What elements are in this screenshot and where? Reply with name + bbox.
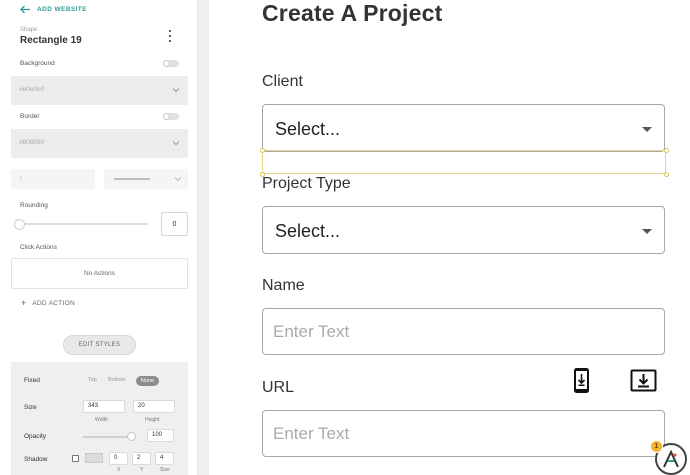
border-color-value: #808080 <box>19 139 45 146</box>
resize-handle-top-left[interactable] <box>259 147 265 153</box>
project-type-select-value: Select... <box>275 221 341 241</box>
chevron-down-icon <box>172 88 180 93</box>
chevron-down-icon <box>174 177 182 182</box>
project-type-label: Project Type <box>262 175 351 192</box>
opacity-slider-thumb[interactable] <box>127 432 136 441</box>
name-field[interactable] <box>262 308 665 355</box>
fixed-option-none[interactable]: None <box>136 376 159 386</box>
fixed-option-bottom[interactable]: Bottom <box>108 377 125 383</box>
client-select[interactable]: Select... <box>262 104 665 152</box>
width-input[interactable]: 343 <box>83 400 125 413</box>
actions-list: No Actions <box>11 258 188 289</box>
width-caption: Width <box>95 417 108 423</box>
page-title: Create A Project <box>262 0 443 26</box>
rounding-slider-thumb[interactable] <box>14 219 25 230</box>
back-link-label: ADD WEBSITE <box>37 5 87 13</box>
arrow-left-icon <box>20 5 30 13</box>
desktop-preview-icon[interactable] <box>630 369 657 392</box>
client-select-value: Select... <box>275 119 341 139</box>
mobile-preview-icon[interactable] <box>572 367 591 394</box>
add-action-button[interactable]: + ADD ACTION <box>21 299 75 308</box>
caret-down-icon <box>642 127 652 132</box>
height-input[interactable]: 20 <box>133 400 175 413</box>
resize-handle-top-right[interactable] <box>663 147 669 153</box>
styles-section: Fixed Top Bottom None Size 343 20 Width … <box>11 362 188 475</box>
no-actions-text: No Actions <box>83 270 116 277</box>
caret-down-icon <box>642 229 652 234</box>
background-toggle[interactable] <box>163 60 179 67</box>
name-input[interactable] <box>263 309 664 354</box>
shadow-size-input[interactable]: 4 <box>155 452 174 465</box>
panel-divider[interactable] <box>197 0 209 475</box>
rounding-value[interactable]: 0 <box>161 212 188 236</box>
opacity-input[interactable]: 100 <box>147 429 174 442</box>
add-website-back-link[interactable]: ADD WEBSITE <box>20 4 87 14</box>
shadow-x-caption: X <box>117 467 121 473</box>
fixed-label: Fixed <box>24 377 40 384</box>
resize-handle-bottom-right[interactable] <box>663 171 669 177</box>
shadow-y-input[interactable]: 2 <box>132 452 151 465</box>
shape-kicker: Shape <box>20 27 38 33</box>
fixed-option-top[interactable]: Top <box>88 377 97 383</box>
rounding-slider-track[interactable] <box>20 223 148 225</box>
background-label: Background <box>20 60 55 67</box>
border-color-select[interactable]: #808080 <box>11 129 188 158</box>
line-style-preview <box>114 178 150 180</box>
notification-badge: 1 <box>650 440 663 453</box>
shadow-x-input[interactable]: 0 <box>109 452 128 465</box>
url-label: URL <box>262 379 295 396</box>
project-type-select[interactable]: Select... <box>262 206 665 254</box>
more-options-icon[interactable] <box>165 30 175 42</box>
click-actions-label: Click Actions <box>20 244 57 251</box>
background-color-value: #e0e0e0 <box>19 86 45 93</box>
name-label: Name <box>262 277 305 294</box>
opacity-label: Opacity <box>24 433 47 440</box>
shadow-y-caption: Y <box>140 467 144 473</box>
selected-rectangle[interactable] <box>262 150 666 174</box>
height-caption: Height <box>145 417 160 423</box>
url-field[interactable] <box>262 410 665 457</box>
background-color-select[interactable]: #e0e0e0 <box>11 76 188 105</box>
rounding-label: Rounding <box>20 202 48 209</box>
assistant-logo-icon <box>663 449 679 468</box>
add-action-label: ADD ACTION <box>32 300 75 307</box>
size-label: Size <box>24 404 37 411</box>
shadow-checkbox[interactable] <box>72 455 79 462</box>
edit-styles-button[interactable]: EDIT STYLES <box>63 335 136 355</box>
shadow-color-swatch[interactable] <box>85 453 103 463</box>
border-width-input[interactable]: 1 <box>11 169 95 189</box>
shadow-label: Shadow <box>24 456 48 463</box>
chevron-down-icon <box>172 141 180 146</box>
client-label: Client <box>262 73 303 90</box>
url-input[interactable] <box>263 411 664 456</box>
border-toggle[interactable] <box>163 113 179 120</box>
border-label: Border <box>20 113 40 120</box>
properties-panel: ADD WEBSITE Shape Rectangle 19 Backgroun… <box>0 0 197 475</box>
plus-icon: + <box>21 298 27 308</box>
border-style-select[interactable] <box>104 169 188 189</box>
shape-name: Rectangle 19 <box>20 35 82 46</box>
shadow-size-caption: Size <box>160 467 170 473</box>
border-width-placeholder: 1 <box>19 175 23 182</box>
